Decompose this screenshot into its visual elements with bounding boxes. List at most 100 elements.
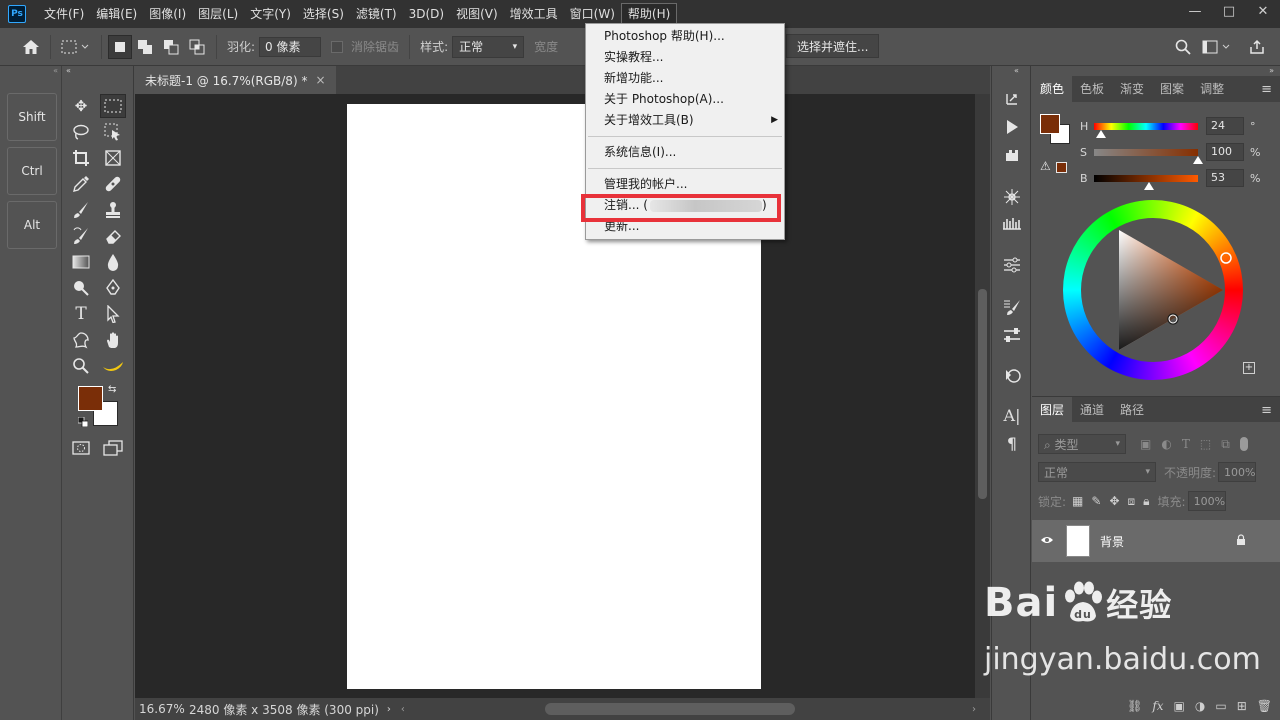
layer-name[interactable]: 背景 (1100, 533, 1124, 550)
tab-swatches[interactable]: 色板 (1072, 76, 1112, 102)
alt-key-button[interactable]: Alt (7, 201, 57, 249)
zoom-tool-icon[interactable] (68, 354, 94, 378)
canvas-area[interactable] (135, 94, 975, 698)
shift-key-button[interactable]: Shift (7, 93, 57, 141)
new-selection-icon[interactable] (108, 34, 132, 59)
move-tool-icon[interactable]: ✥ (68, 94, 94, 118)
character-panel-icon[interactable]: A| (1000, 404, 1024, 426)
menu-item-about-photoshop[interactable]: 关于 Photoshop(A)... (586, 89, 784, 110)
add-swatch-icon[interactable]: + (1243, 362, 1255, 374)
lock-artboard-icon[interactable]: ⧈ (1128, 494, 1136, 509)
brightness-value[interactable]: 53 (1206, 169, 1244, 187)
menu-layer[interactable]: 图层(L) (192, 3, 244, 25)
filter-shape-icon[interactable]: ⬚ (1200, 437, 1211, 451)
gamut-color-chip[interactable] (1056, 162, 1067, 173)
new-group-icon[interactable]: ▭ (1215, 699, 1226, 713)
menu-item-about-plugins[interactable]: 关于增效工具(B) ▶ (586, 110, 784, 131)
layer-filter-select[interactable]: ⌕ 类型 ▾ (1038, 434, 1126, 454)
subtract-selection-icon[interactable] (158, 34, 184, 60)
paragraph-panel-icon[interactable]: ¶ (1000, 432, 1024, 454)
brush-settings-icon[interactable] (1000, 186, 1024, 208)
frame-tool-icon[interactable] (100, 146, 126, 170)
saturation-track[interactable] (1094, 148, 1203, 164)
foreground-color-swatch[interactable] (78, 386, 103, 411)
marquee-preset-icon[interactable] (57, 34, 95, 60)
brush-tool-icon[interactable] (68, 198, 94, 222)
menu-item-manage-account[interactable]: 管理我的帐户... (586, 174, 784, 195)
dodge-tool-icon[interactable] (68, 276, 94, 300)
close-button[interactable]: ✕ (1246, 0, 1280, 22)
opacity-input[interactable]: 100% (1218, 462, 1257, 482)
vertical-scroll-thumb[interactable] (978, 289, 987, 499)
menu-item-photoshop-help[interactable]: Photoshop 帮助(H)... (586, 26, 784, 47)
workspace-icon[interactable] (1200, 34, 1234, 60)
menu-type[interactable]: 文字(Y) (244, 3, 297, 25)
adjustment-layer-icon[interactable]: ◑ (1195, 699, 1205, 713)
hue-track[interactable] (1094, 122, 1198, 138)
saturation-thumb[interactable] (1193, 155, 1203, 164)
collapse-icon[interactable]: « (1014, 66, 1019, 75)
history-panel-icon[interactable] (1000, 88, 1024, 110)
zoom-level[interactable]: 16.67% (139, 702, 185, 716)
collapse-icon[interactable]: « (66, 66, 71, 75)
banana-icon[interactable] (100, 354, 126, 378)
delete-layer-icon[interactable]: 🗑︎ (1257, 699, 1272, 713)
warning-icon[interactable]: ⚠ (1040, 159, 1051, 173)
minimize-button[interactable]: — (1178, 0, 1212, 22)
pen-tool-icon[interactable] (100, 276, 126, 300)
select-and-mask-button[interactable]: 选择并遮住... (786, 34, 880, 58)
default-colors-icon[interactable] (77, 416, 89, 428)
scroll-left-icon[interactable]: ‹ (401, 704, 405, 715)
adjust-tool-icon[interactable] (1000, 324, 1024, 346)
layer-lock-icon[interactable] (1236, 533, 1246, 549)
eraser-tool-icon[interactable] (100, 224, 126, 248)
gradient-tool-icon[interactable] (68, 250, 94, 274)
foreground-color-chip[interactable] (1040, 114, 1060, 134)
menu-help[interactable]: 帮助(H) (620, 3, 678, 25)
saturation-value[interactable]: 100 (1206, 143, 1244, 161)
clone-stamp-tool-icon[interactable] (100, 198, 126, 222)
tab-color[interactable]: 颜色 (1032, 76, 1073, 102)
collapse-icon[interactable]: « (0, 66, 62, 78)
hue-value[interactable]: 24 (1206, 117, 1244, 135)
horizontal-scroll-thumb[interactable] (545, 703, 795, 715)
history-brush-tool-icon[interactable] (68, 224, 94, 248)
layer-thumbnail[interactable] (1066, 525, 1090, 557)
document-tab[interactable]: 未标题-1 @ 16.7%(RGB/8) * × (135, 66, 336, 94)
share-icon[interactable] (1244, 34, 1270, 60)
link-layers-icon[interactable]: ⛓ (1127, 699, 1142, 713)
photoshop-logo[interactable]: Ps (8, 5, 26, 23)
menu-edit[interactable]: 编辑(E) (90, 3, 143, 25)
fx-icon[interactable]: fx (1152, 699, 1163, 713)
libraries-panel-icon[interactable] (1000, 144, 1024, 166)
tool-presets-icon[interactable] (1000, 296, 1024, 318)
status-arrow-icon[interactable]: › (387, 704, 391, 715)
clone-source-icon[interactable] (1000, 364, 1024, 386)
filter-smart-object-icon[interactable]: ⧉ (1221, 437, 1230, 452)
collapse-icon[interactable]: » (1269, 66, 1274, 75)
tab-adjustments[interactable]: 调整 (1192, 76, 1232, 102)
menu-select[interactable]: 选择(S) (297, 3, 350, 25)
filter-adjustment-icon[interactable]: ◐ (1161, 437, 1171, 451)
fill-input[interactable]: 100% (1187, 491, 1226, 511)
menu-item-tutorials[interactable]: 实操教程... (586, 47, 784, 68)
filter-pixel-icon[interactable]: ▣ (1140, 437, 1151, 451)
path-selection-tool-icon[interactable] (100, 302, 126, 326)
lock-image-icon[interactable]: ✎ (1091, 494, 1101, 508)
filter-toggle[interactable] (1239, 437, 1248, 451)
hand-tool-icon[interactable] (100, 328, 126, 352)
menu-image[interactable]: 图像(I) (143, 3, 192, 25)
brightness-slider[interactable]: B 53 % (1080, 167, 1276, 190)
brightness-thumb[interactable] (1144, 181, 1155, 190)
hue-thumb[interactable] (1096, 129, 1107, 138)
home-icon[interactable] (18, 34, 44, 60)
blend-mode-select[interactable]: 正常 ▾ (1038, 462, 1156, 482)
swap-colors-icon[interactable]: ⇆ (108, 384, 116, 395)
actions-panel-icon[interactable] (1000, 116, 1024, 138)
saturation-triangle[interactable] (1063, 200, 1243, 380)
screen-mode-icon[interactable] (100, 436, 126, 460)
scroll-right-icon[interactable]: › (972, 704, 976, 715)
intersect-selection-icon[interactable] (184, 34, 210, 60)
shape-tool-icon[interactable] (68, 328, 94, 352)
saturation-slider[interactable]: S 100 % (1080, 141, 1276, 164)
